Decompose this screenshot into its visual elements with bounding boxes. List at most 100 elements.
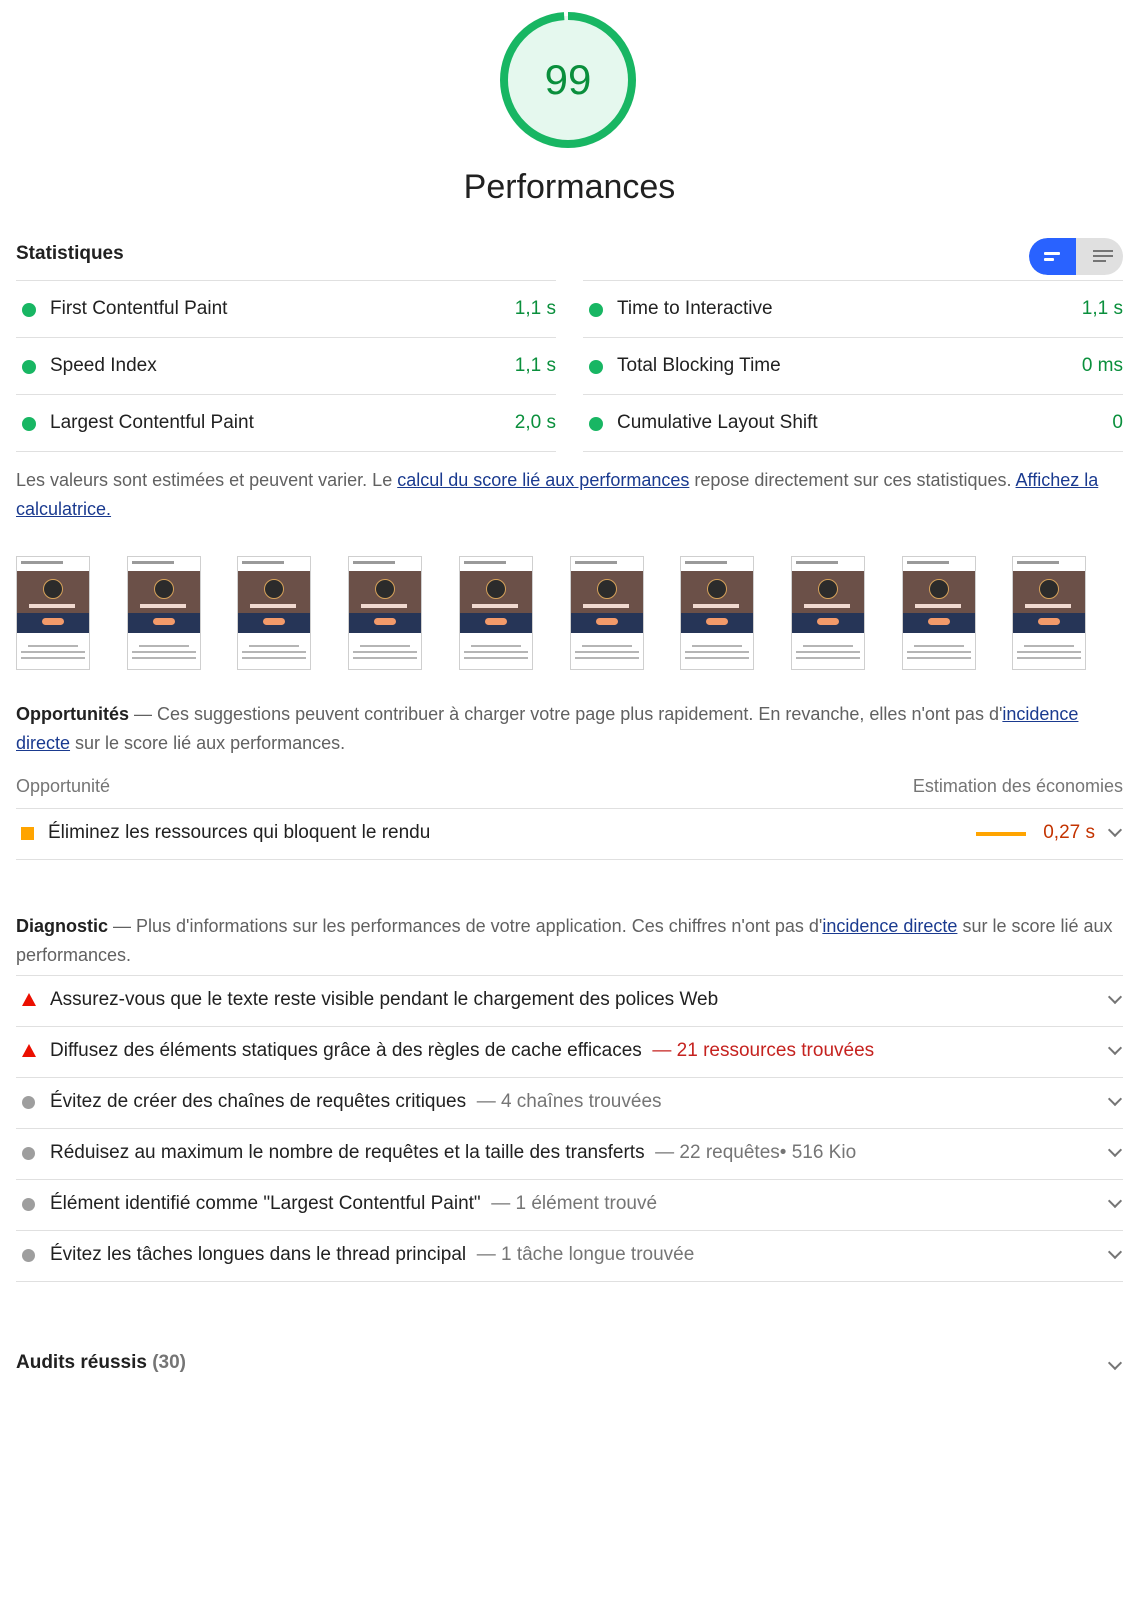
- pass-dot-icon: [589, 303, 603, 317]
- savings-bar: [976, 832, 1026, 836]
- opportunities-description: sur le score lié aux performances.: [70, 733, 346, 753]
- opportunities-columns: Opportunité Estimation des économies: [16, 772, 1123, 809]
- passed-audits-count: (30): [152, 1352, 187, 1373]
- filmstrip: [16, 556, 1123, 670]
- diagnostic-detail: — 22 requêtes• 516 Kio: [655, 1142, 857, 1163]
- opportunity-row[interactable]: Éliminez les ressources qui bloquent le …: [16, 809, 1123, 860]
- pass-dot-icon: [589, 417, 603, 431]
- pass-dot-icon: [22, 417, 36, 431]
- diagnostic-text: Évitez les tâches longues dans le thread…: [50, 1244, 694, 1266]
- diagnostics-header: Diagnostic — Plus d'informations sur les…: [16, 912, 1123, 970]
- metrics-view-toggle[interactable]: [1029, 238, 1123, 275]
- diagnostic-detail: — 21 ressources trouvées: [652, 1040, 875, 1061]
- chevron-down-icon[interactable]: [1107, 822, 1123, 838]
- diagnostics-list: Assurez-vous que le texte reste visible …: [16, 975, 1123, 1282]
- column-header-savings: Estimation des économies: [912, 776, 1123, 796]
- diagnostic-text: Assurez-vous que le texte reste visible …: [50, 989, 718, 1011]
- diagnostic-label: Assurez-vous que le texte reste visible …: [50, 989, 719, 1010]
- info-dot-icon: [22, 1096, 35, 1109]
- filmstrip-frame: [570, 556, 644, 670]
- score-calculation-link[interactable]: calcul du score lié aux performances: [397, 470, 689, 490]
- metric-value: 0: [1112, 412, 1123, 433]
- chevron-down-icon[interactable]: [1107, 1244, 1123, 1260]
- category-title: Performances: [463, 168, 676, 206]
- opportunity-value: 0,27 s: [1043, 822, 1095, 843]
- filmstrip-frame: [1012, 556, 1086, 670]
- metric-label: Time to Interactive: [617, 298, 773, 319]
- opportunities-description: — Ces suggestions peuvent contribuer à c…: [129, 704, 1003, 724]
- fail-triangle-icon: [22, 993, 36, 1006]
- filmstrip-frame: [348, 556, 422, 670]
- fail-triangle-icon: [22, 1044, 36, 1057]
- opportunities-header: Opportunités — Ces suggestions peuvent c…: [16, 700, 1123, 758]
- pass-dot-icon: [22, 303, 36, 317]
- metrics-column-right: Time to Interactive 1,1 s Total Blocking …: [583, 280, 1123, 452]
- diagnostic-row[interactable]: Assurez-vous que le texte reste visible …: [16, 975, 1123, 1026]
- direct-impact-link[interactable]: incidence directe: [822, 916, 957, 936]
- column-header-opportunity: Opportunité: [16, 776, 111, 796]
- metric-value: 1,1 s: [514, 355, 556, 376]
- metrics-grid: First Contentful Paint 1,1 s Speed Index 1…: [16, 280, 1123, 456]
- filmstrip-frame: [902, 556, 976, 670]
- pass-dot-icon: [22, 360, 36, 374]
- chevron-down-icon[interactable]: [1107, 1355, 1123, 1371]
- metric-row: Total Blocking Time 0 ms: [583, 337, 1123, 394]
- metrics-header-label: Statistiques: [16, 243, 124, 264]
- info-dot-icon: [22, 1198, 35, 1211]
- metric-label: Total Blocking Time: [617, 355, 781, 376]
- diagnostic-label: Diffusez des éléments statiques grâce à …: [50, 1040, 642, 1061]
- chevron-down-icon[interactable]: [1107, 1091, 1123, 1107]
- filmstrip-frame: [16, 556, 90, 670]
- metric-row: Cumulative Layout Shift 0: [583, 394, 1123, 452]
- metric-label: Largest Contentful Paint: [50, 412, 254, 433]
- filmstrip-frame: [680, 556, 754, 670]
- opportunity-label: Éliminez les ressources qui bloquent le …: [48, 822, 431, 843]
- diagnostic-label: Évitez les tâches longues dans le thread…: [50, 1244, 467, 1265]
- chevron-down-icon[interactable]: [1107, 1142, 1123, 1158]
- note-text: repose directement sur ces statistiques.: [689, 470, 1016, 490]
- diagnostic-text: Évitez de créer des chaînes de requêtes …: [50, 1091, 662, 1113]
- diagnostic-row[interactable]: Élément identifié comme "Largest Content…: [16, 1179, 1123, 1230]
- info-dot-icon: [22, 1147, 35, 1160]
- diagnostic-row[interactable]: Évitez les tâches longues dans le thread…: [16, 1230, 1123, 1282]
- passed-audits[interactable]: Audits réussis (30): [16, 1352, 1123, 1384]
- filmstrip-frame: [459, 556, 533, 670]
- diagnostics-description: — Plus d'informations sur les performanc…: [108, 916, 823, 936]
- metric-row: Speed Index 1,1 s: [16, 337, 556, 394]
- compact-view-icon[interactable]: [1029, 238, 1076, 275]
- opportunities-title: Opportunités: [16, 704, 129, 724]
- metrics-column-left: First Contentful Paint 1,1 s Speed Index 1…: [16, 280, 556, 452]
- score-gauge: 99: [498, 10, 638, 150]
- metric-value: 1,1 s: [514, 298, 556, 319]
- diagnostic-text: Élément identifié comme "Largest Content…: [50, 1193, 657, 1215]
- diagnostic-detail: — 1 élément trouvé: [491, 1193, 658, 1214]
- diagnostic-row[interactable]: Diffusez des éléments statiques grâce à …: [16, 1026, 1123, 1077]
- metric-row: First Contentful Paint 1,1 s: [16, 280, 556, 337]
- metric-row: Largest Contentful Paint 2,0 s: [16, 394, 556, 452]
- diagnostic-label: Réduisez au maximum le nombre de requête…: [50, 1142, 645, 1163]
- info-dot-icon: [22, 1249, 35, 1262]
- chevron-down-icon[interactable]: [1107, 1193, 1123, 1209]
- metric-value: 1,1 s: [1081, 298, 1123, 319]
- metric-value: 0 ms: [1081, 355, 1123, 376]
- metric-row: Time to Interactive 1,1 s: [583, 280, 1123, 337]
- metric-value: 2,0 s: [514, 412, 556, 433]
- diagnostic-text: Diffusez des éléments statiques grâce à …: [50, 1040, 874, 1062]
- diagnostic-label: Évitez de créer des chaînes de requêtes …: [50, 1091, 467, 1112]
- diagnostic-row[interactable]: Évitez de créer des chaînes de requêtes …: [16, 1077, 1123, 1128]
- chevron-down-icon[interactable]: [1107, 1040, 1123, 1056]
- metrics-note: Les valeurs sont estimées et peuvent var…: [16, 466, 1123, 524]
- note-text: Les valeurs sont estimées et peuvent var…: [16, 470, 398, 490]
- metric-label: Cumulative Layout Shift: [617, 412, 818, 433]
- average-square-icon: [21, 827, 34, 840]
- filmstrip-frame: [237, 556, 311, 670]
- pass-dot-icon: [589, 360, 603, 374]
- diagnostic-detail: — 1 tâche longue trouvée: [476, 1244, 695, 1265]
- filmstrip-frame: [791, 556, 865, 670]
- passed-audits-label: Audits réussis: [16, 1352, 147, 1373]
- diagnostic-text: Réduisez au maximum le nombre de requête…: [50, 1142, 856, 1164]
- diagnostic-row[interactable]: Réduisez au maximum le nombre de requête…: [16, 1128, 1123, 1179]
- passed-audits-title: Audits réussis (30): [16, 1352, 186, 1374]
- diagnostics-title: Diagnostic: [16, 916, 109, 936]
- chevron-down-icon[interactable]: [1107, 989, 1123, 1005]
